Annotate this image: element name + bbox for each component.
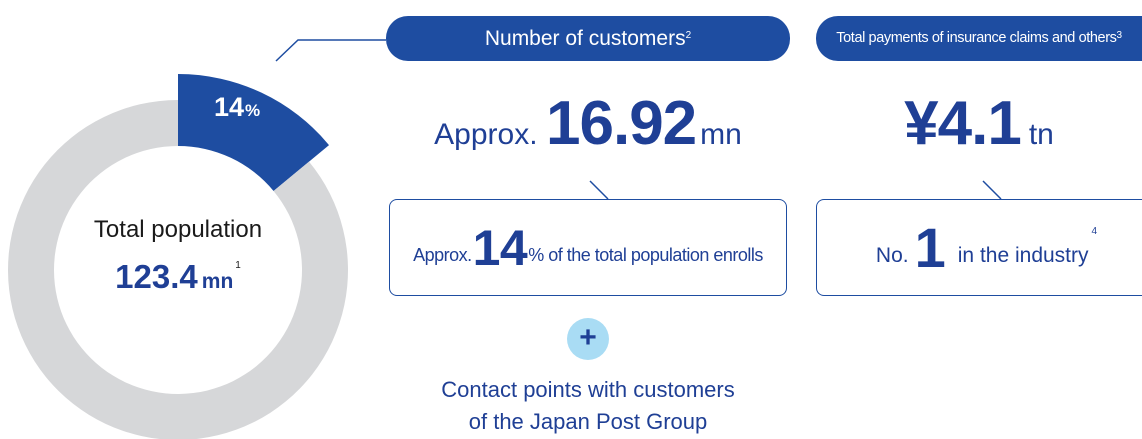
rank-prefix: No.	[875, 243, 909, 267]
payments-title: Total payments of insurance claims and o…	[836, 30, 1117, 46]
enrollment-value: 14	[472, 219, 528, 276]
contact-line-1: Contact points with customers	[441, 377, 735, 402]
customers-footnote: 2	[685, 30, 692, 41]
payments-unit: tn	[1028, 118, 1054, 151]
payments-title-pill: Total payments of insurance claims and o…	[816, 16, 1142, 61]
rank-footnote: 4	[1091, 226, 1098, 237]
customers-prefix: Approx.	[434, 118, 538, 151]
rank-value: 1	[914, 216, 946, 279]
population-label: Total population	[93, 216, 263, 243]
contact-line-2: of the Japan Post Group	[468, 409, 708, 434]
share-value: 14	[214, 92, 245, 122]
contact-points-text: Contact points with customers of the Japa…	[386, 374, 790, 438]
enrollment-prefix: Approx.	[413, 245, 472, 265]
box1-pointer	[589, 180, 609, 200]
customers-value: 16.92	[546, 89, 697, 158]
population-number: 123.4	[115, 258, 198, 295]
plus-icon: +	[567, 318, 609, 360]
customers-figure: Approx. 16.92 mn	[386, 88, 790, 159]
payments-value: ¥4.1	[904, 89, 1022, 158]
share-percent-label: 14%	[214, 92, 260, 123]
enrollment-box: Approx. 14% of the total population enrol…	[389, 199, 787, 296]
population-unit: mn	[201, 270, 234, 293]
customers-title-pill: Number of customers2	[386, 16, 790, 61]
payments-figure: ¥4.1 tn	[816, 88, 1142, 159]
customers-unit: mn	[700, 118, 742, 151]
box2-pointer	[982, 180, 1002, 200]
share-unit: %	[245, 101, 261, 120]
population-value: 123.4 mn1	[50, 258, 306, 296]
rank-suffix: in the industry	[957, 243, 1089, 267]
enrollment-suffix: % of the total population enrolls	[528, 245, 763, 265]
population-footnote: 1	[235, 260, 241, 271]
industry-rank-box: No. 1 in the industry 4	[816, 199, 1142, 296]
customers-title: Number of customers	[484, 27, 686, 50]
payments-footnote: 3	[1116, 30, 1123, 41]
